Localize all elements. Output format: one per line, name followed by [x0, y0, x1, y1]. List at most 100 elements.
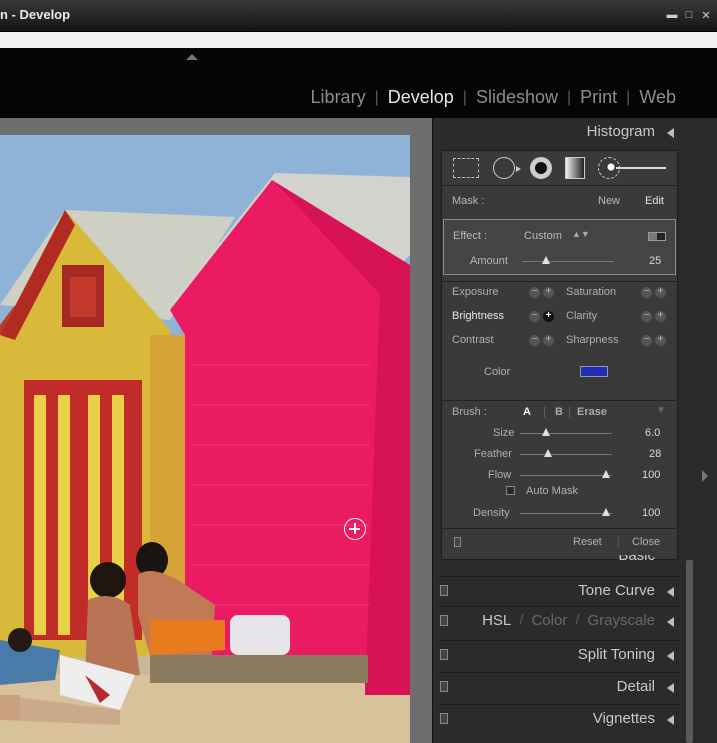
photo-preview[interactable]	[0, 135, 410, 743]
graduated-filter-icon[interactable]	[565, 157, 585, 179]
spot-removal-icon[interactable]	[493, 157, 521, 179]
window-title: n - Develop	[0, 7, 71, 22]
clarity-plus-button[interactable]: +	[655, 311, 666, 322]
effect-box: Effect : Custom ▲▼ Amount 25	[443, 219, 676, 275]
module-web[interactable]: Web	[639, 87, 676, 108]
minimize-icon[interactable]: ▬	[665, 9, 679, 21]
collapse-right-panel-icon[interactable]	[702, 470, 708, 482]
amount-slider[interactable]	[522, 261, 614, 262]
split-toning-expand-icon	[667, 651, 674, 661]
saturation-plus-button[interactable]: +	[655, 287, 666, 298]
detail-label: Detail	[616, 678, 655, 695]
contrast-minus-button[interactable]: −	[529, 335, 540, 346]
clarity-label: Clarity	[566, 310, 598, 322]
detail-panel-header[interactable]: Detail	[438, 672, 680, 700]
basic-label: Basic	[618, 555, 655, 564]
brush-tab-a[interactable]: A	[523, 406, 531, 418]
panel-scrollbar[interactable]	[686, 560, 693, 743]
amount-value[interactable]: 25	[649, 255, 661, 267]
grayscale-tab[interactable]: Grayscale	[587, 612, 655, 629]
density-label: Density	[473, 507, 510, 519]
module-slideshow[interactable]: Slideshow	[476, 87, 558, 108]
tone-curve-label: Tone Curve	[578, 582, 655, 599]
exposure-plus-button[interactable]: +	[543, 287, 554, 298]
vignettes-toggle[interactable]	[440, 713, 448, 724]
color-swatch[interactable]	[580, 366, 608, 377]
module-develop[interactable]: Develop	[388, 87, 454, 108]
brightness-plus-button[interactable]: +	[543, 311, 554, 322]
feather-label: Feather	[474, 448, 512, 460]
reset-button[interactable]: Reset	[573, 536, 602, 548]
exposure-minus-button[interactable]: −	[529, 287, 540, 298]
auto-mask-checkbox[interactable]	[506, 486, 515, 495]
hsl-panel-header[interactable]: HSL / Color / Grayscale	[438, 606, 680, 634]
adjustment-brush-panel: Mask : New Edit Effect : Custom ▲▼ Amoun…	[441, 150, 678, 560]
color-tab[interactable]: Color	[531, 612, 567, 629]
density-value[interactable]: 100	[642, 507, 660, 519]
histogram-panel-header[interactable]: Histogram	[438, 118, 680, 146]
saturation-minus-button[interactable]: −	[641, 287, 652, 298]
panel-enable-toggle[interactable]	[454, 537, 461, 547]
vignettes-expand-icon	[667, 715, 674, 725]
hsl-tabs: HSL / Color / Grayscale	[482, 612, 655, 629]
hsl-toggle[interactable]	[440, 615, 448, 626]
mask-edit-button[interactable]: Edit	[645, 195, 664, 207]
detail-expand-icon	[667, 683, 674, 693]
close-icon[interactable]: ✕	[699, 9, 713, 22]
adjustment-brush-icon[interactable]	[598, 157, 668, 179]
sharpness-plus-button[interactable]: +	[655, 335, 666, 346]
size-value[interactable]: 6.0	[645, 427, 660, 439]
brightness-label: Brightness	[452, 310, 504, 322]
feather-slider[interactable]	[520, 454, 612, 455]
brush-label: Brush :	[452, 406, 487, 418]
flow-slider-thumb[interactable]	[602, 470, 611, 478]
split-toning-panel-header[interactable]: Split Toning	[438, 640, 680, 668]
effect-dropdown[interactable]: Custom	[524, 230, 562, 242]
size-slider[interactable]	[520, 433, 612, 434]
exposure-label: Exposure	[452, 286, 499, 298]
flow-label: Flow	[488, 469, 512, 481]
image-canvas[interactable]	[0, 118, 432, 743]
basic-panel-header[interactable]: Basic	[438, 555, 680, 571]
amount-slider-thumb[interactable]	[541, 256, 550, 264]
clarity-minus-button[interactable]: −	[641, 311, 652, 322]
red-eye-icon[interactable]	[530, 157, 552, 179]
collapse-top-panel-icon[interactable]	[186, 54, 198, 60]
size-label: Size	[493, 427, 515, 439]
histogram-label: Histogram	[586, 123, 655, 140]
brush-tab-b[interactable]: B	[555, 406, 563, 418]
density-slider[interactable]	[520, 513, 612, 514]
maximize-icon[interactable]: □	[682, 9, 696, 21]
effect-updown-icon[interactable]: ▲▼	[572, 229, 590, 239]
split-toning-toggle[interactable]	[440, 649, 448, 660]
brush-collapse-icon[interactable]: ▼	[656, 405, 666, 416]
split-toning-label: Split Toning	[577, 646, 655, 663]
saturation-label: Saturation	[566, 286, 617, 298]
effect-label: Effect :	[453, 230, 488, 242]
module-library[interactable]: Library	[311, 87, 366, 108]
brush-tab-erase[interactable]: Erase	[577, 406, 607, 418]
sharpness-minus-button[interactable]: −	[641, 335, 652, 346]
amount-label: Amount	[470, 255, 508, 267]
contrast-plus-button[interactable]: +	[543, 335, 554, 346]
mask-new-button[interactable]: New	[598, 195, 620, 207]
feather-value[interactable]: 28	[649, 448, 661, 460]
effect-mode-toggle[interactable]	[648, 232, 666, 241]
vignettes-panel-header[interactable]: Vignettes	[438, 704, 680, 732]
close-button[interactable]: Close	[632, 536, 660, 548]
tool-strip	[442, 151, 677, 186]
feather-slider-thumb[interactable]	[543, 449, 552, 457]
hsl-tab[interactable]: HSL	[482, 612, 511, 629]
crop-overlay-icon[interactable]	[453, 158, 479, 178]
flow-slider[interactable]	[520, 475, 612, 476]
module-print[interactable]: Print	[580, 87, 617, 108]
vignettes-label: Vignettes	[592, 710, 655, 727]
tone-curve-toggle[interactable]	[440, 585, 448, 596]
size-slider-thumb[interactable]	[541, 428, 550, 436]
tone-curve-panel-header[interactable]: Tone Curve	[438, 576, 680, 604]
detail-toggle[interactable]	[440, 681, 448, 692]
density-slider-thumb[interactable]	[602, 508, 611, 516]
brightness-minus-button[interactable]: −	[529, 311, 540, 322]
tone-curve-expand-icon	[667, 587, 674, 597]
flow-value[interactable]: 100	[642, 469, 660, 481]
